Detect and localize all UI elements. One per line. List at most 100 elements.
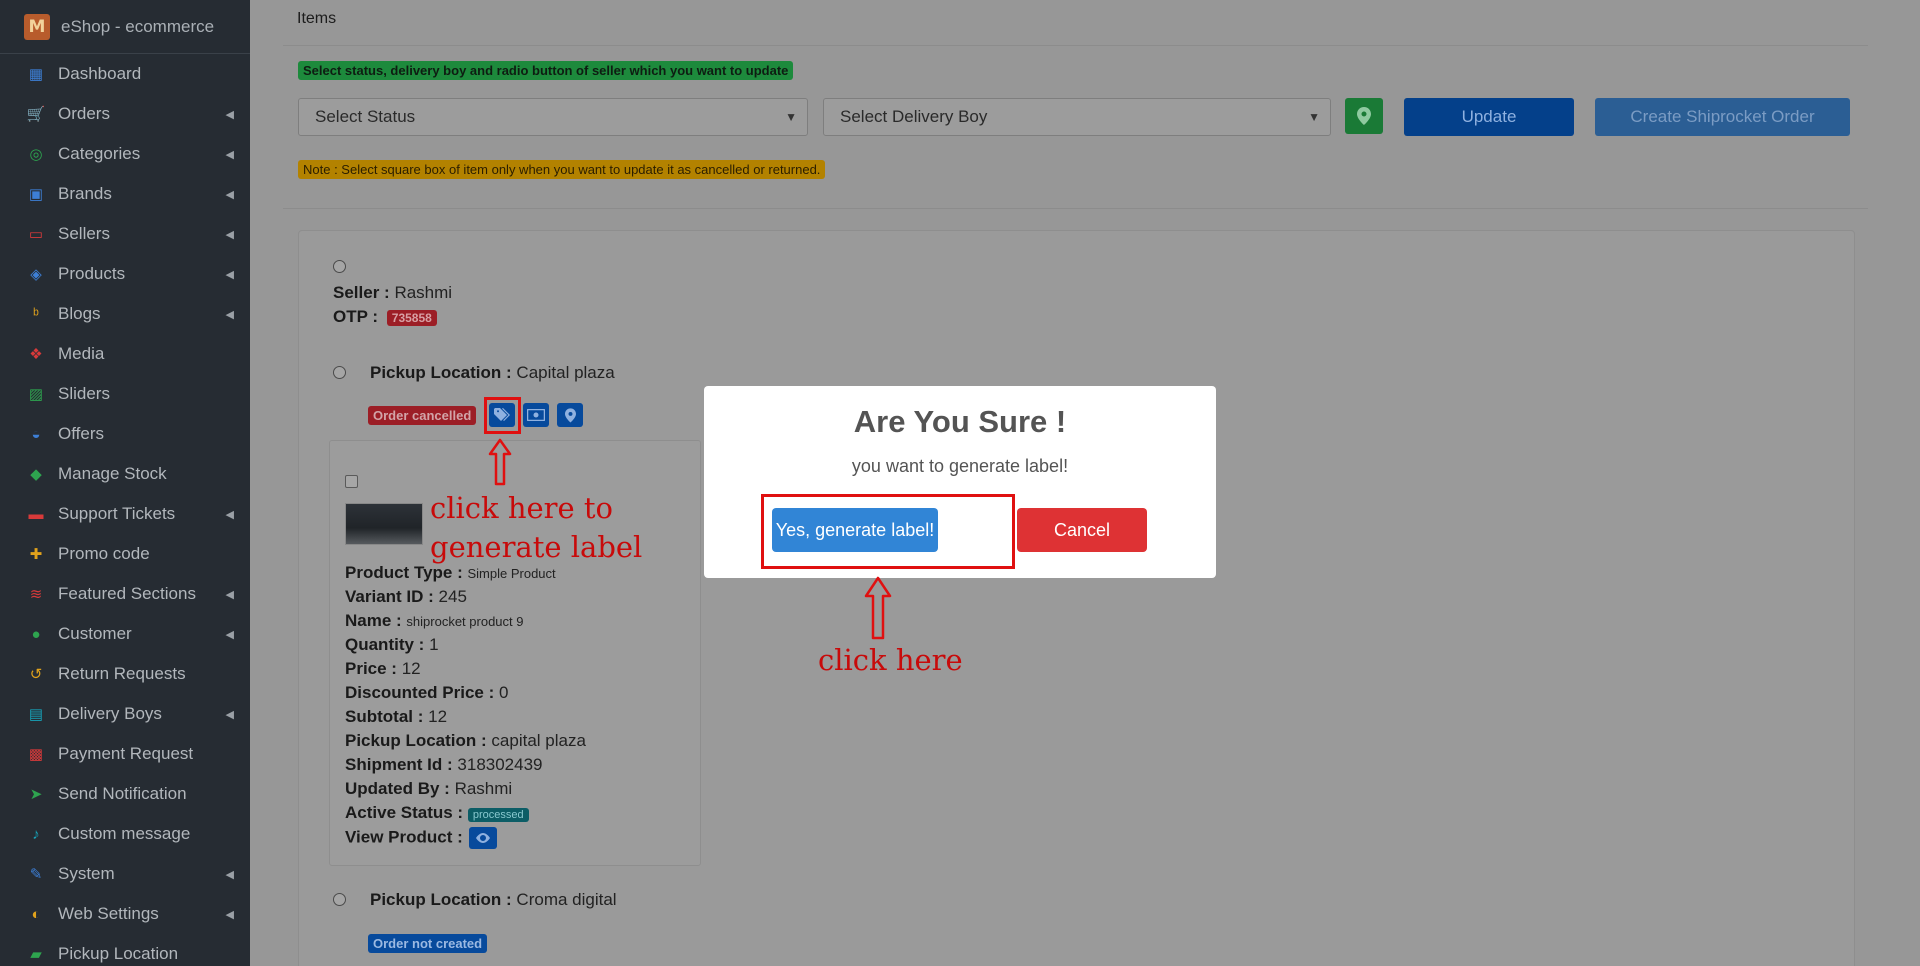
dialog-text: you want to generate label! [851,456,1069,476]
pickup-row-2: Pickup Location : Croma digital [370,890,617,910]
sidebar: M eShop - ecommerce ▦ Dashboard 🛒 Orders ◀ ◎ C… [0,0,250,966]
media-icon: ❖ [29,346,43,363]
truck-icon: ▰ [30,946,42,963]
price-value: 12 [401,659,421,678]
sidebar-item-blogs[interactable]: ᵇ Blogs ◀ [0,294,250,334]
sidebar-item-custom-message[interactable]: ♪ Custom message [0,814,250,854]
sidebar-item-brands[interactable]: ▣ Brands ◀ [0,174,250,214]
item-checkbox[interactable] [345,475,358,488]
seller-label: Seller : [333,283,390,302]
pickup-label-2: Pickup Location : [370,890,512,909]
product-type-value: Simple Product [467,566,556,581]
sidebar-item-system[interactable]: ✎ System ◀ [0,854,250,894]
pickup-radio-1[interactable] [333,366,346,379]
sidebar-item-sellers[interactable]: ▭ Sellers ◀ [0,214,250,254]
chevron-left-icon: ◀ [225,588,234,601]
dashboard-icon: ▦ [28,66,44,83]
map-marker-button[interactable] [1345,98,1383,134]
pickup-radio-2[interactable] [333,893,346,906]
item-pickup-label: Pickup Location : [345,731,487,750]
sidebar-item-label: Custom message [58,824,191,843]
invoice-button[interactable] [523,403,549,427]
chevron-left-icon: ◀ [225,108,234,121]
chevron-left-icon: ◀ [225,308,234,321]
sidebar-item-label: Send Notification [58,784,187,803]
brand[interactable]: M eShop - ecommerce [0,0,250,54]
variant-value: 245 [438,587,467,606]
chevron-left-icon: ◀ [225,268,234,281]
sidebar-item-products[interactable]: ◈ Products ◀ [0,254,250,294]
sidebar-item-label: Blogs [58,304,101,323]
sidebar-item-manage-stock[interactable]: ◆ Manage Stock [0,454,250,494]
note-badge: Note : Select square box of item only wh… [298,160,826,179]
ticket-icon: ▬ [28,505,44,523]
sidebar-item-label: Pickup Location [58,944,179,963]
sidebar-item-payment-request[interactable]: ▩ Payment Request [0,734,250,774]
chevron-left-icon: ◀ [225,708,234,721]
eye-icon [475,833,490,843]
arrow-up-icon [488,438,512,486]
puzzle-icon: ✚ [29,546,43,563]
sidebar-item-promo-code[interactable]: ✚ Promo code [0,534,250,574]
sidebar-item-support-tickets[interactable]: ▬ Support Tickets ◀ [0,494,250,534]
sidebar-item-categories[interactable]: ◎ Categories ◀ [0,134,250,174]
updated-by-value: Rashmi [454,779,513,798]
chevron-left-icon: ◀ [225,148,234,161]
order-not-created-badge: Order not created [368,934,488,953]
sidebar-item-label: Customer [58,624,132,643]
brand-name: eShop - ecommerce [61,16,215,36]
sidebar-item-offers[interactable]: ◒ Offers [0,414,250,454]
sidebar-item-sliders[interactable]: ▨ Sliders [0,374,250,414]
seller-name: Rashmi [394,283,453,302]
delivery-boy-select[interactable]: Select Delivery Boy ▼ [823,98,1331,136]
item-pickup-value: capital plaza [491,731,586,750]
pickup-value-1: Capital plaza [516,363,615,382]
sidebar-item-label: Sliders [58,384,110,403]
name-label: Name : [345,611,402,630]
sidebar-item-dashboard[interactable]: ▦ Dashboard [0,54,250,94]
idcard-icon: ▤ [28,706,44,723]
sidebar-item-web-settings[interactable]: ◐ Web Settings ◀ [0,894,250,934]
pickup-value-2: Croma digital [516,890,617,909]
sidebar-item-media[interactable]: ❖ Media [0,334,250,374]
track-location-button[interactable] [557,403,583,427]
sidebar-item-customer[interactable]: ● Customer ◀ [0,614,250,654]
sidebar-item-label: Support Tickets [58,504,176,523]
sidebar-item-return-requests[interactable]: ↺ Return Requests [0,654,250,694]
sidebar-item-orders[interactable]: 🛒 Orders ◀ [0,94,250,134]
sidebar-item-label: Categories [58,144,141,163]
seller-radio[interactable] [333,260,346,273]
sidebar-item-delivery-boys[interactable]: ▤ Delivery Boys ◀ [0,694,250,734]
chevron-left-icon: ◀ [225,228,234,241]
sidebar-item-label: Featured Sections [58,584,196,603]
price-row: Price : 12 [345,659,421,679]
arrow-up-icon [864,576,892,640]
shipment-label: Shipment Id : [345,755,453,774]
quantity-row: Quantity : 1 [345,635,439,655]
chevron-left-icon: ◀ [225,908,234,921]
create-shiprocket-order-button[interactable]: Create Shiprocket Order [1595,98,1850,136]
quantity-label: Quantity : [345,635,425,654]
shipment-value: 318302439 [457,755,543,774]
items-title: Items [297,10,337,27]
update-button[interactable]: Update [1404,98,1574,136]
generate-label-hint: click here to generate label [430,489,642,567]
image-icon: ▨ [28,386,44,403]
discounted-price-label: Discounted Price : [345,683,495,702]
status-select[interactable]: Select Status ▼ [298,98,808,136]
sidebar-item-pickup-location[interactable]: ▰ Pickup Location [0,934,250,966]
sidebar-item-label: Promo code [58,544,150,563]
sidebar-item-featured-sections[interactable]: ≋ Featured Sections ◀ [0,574,250,614]
view-product-button[interactable] [468,827,497,849]
cancel-button[interactable]: Cancel [1017,508,1147,552]
sidebar-item-label: Payment Request [58,744,194,763]
paper-plane-icon: ➤ [29,786,43,803]
sidebar-item-send-notification[interactable]: ➤ Send Notification [0,774,250,814]
sidebar-item-label: Dashboard [58,64,142,83]
chevron-left-icon: ◀ [225,188,234,201]
gift-icon: ◒ [31,425,41,443]
variant-row: Variant ID : 245 [345,587,467,607]
map-marker-icon [564,407,576,423]
sidebar-item-label: Media [58,344,105,363]
generate-label-highlight [484,397,521,434]
